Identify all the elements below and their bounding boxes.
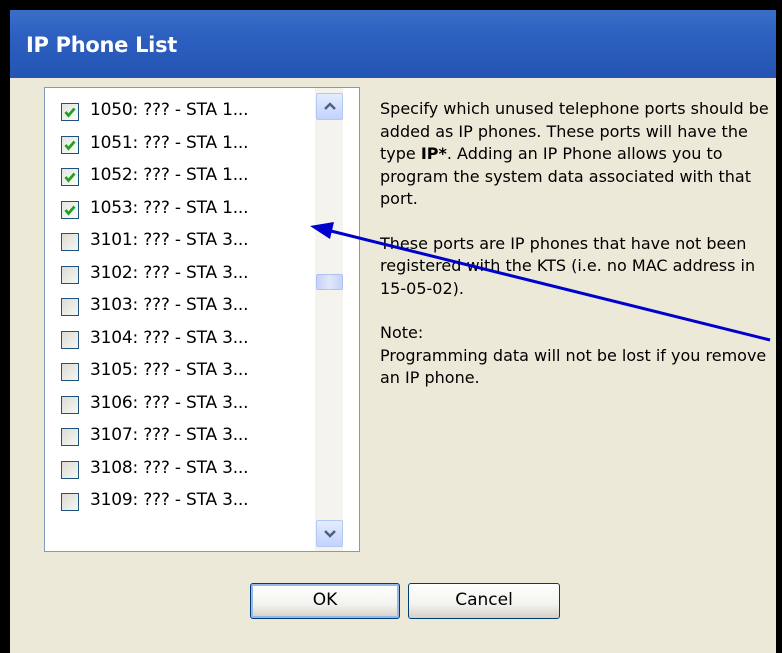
port-list[interactable]: 1050: ??? - STA 1... 1051: ??? - STA 1...… <box>44 87 360 552</box>
description-paragraph-1: Specify which unused telephone ports sho… <box>380 98 775 211</box>
list-item[interactable]: 1052: ??? - STA 1... <box>45 160 313 192</box>
list-item-label: 3106: ??? - STA 3... <box>90 392 249 413</box>
list-item[interactable]: 3102: ??? - STA 3... <box>45 258 313 290</box>
description-text: Specify which unused telephone ports sho… <box>380 98 775 390</box>
window-title: IP Phone List <box>26 33 178 57</box>
list-item-label: 3107: ??? - STA 3... <box>90 425 249 445</box>
chevron-up-icon <box>324 102 336 110</box>
port-checkbox[interactable] <box>61 395 79 414</box>
list-item[interactable]: 3104: ??? - STA 3... <box>45 323 313 355</box>
checkmark-icon <box>64 205 76 216</box>
list-item-label: 1050: ??? - STA 1... <box>90 100 249 120</box>
port-checkbox[interactable] <box>61 460 79 479</box>
checkmark-icon <box>64 172 76 183</box>
dialog-window: IP Phone List 1050: ??? - STA 1... 1051: … <box>10 10 782 653</box>
note-text: Programming data will not be lost if you… <box>380 345 767 388</box>
list-item-label: 3104: ??? - STA 3... <box>90 327 249 348</box>
list-item-label: 1053: ??? - STA 1... <box>90 197 249 218</box>
chevron-down-icon <box>324 530 336 538</box>
list-item[interactable]: 3103: ??? - STA 3... <box>45 290 313 322</box>
list-item[interactable]: 3109: ??? - STA 3... <box>45 485 313 517</box>
list-item-label: 1052: ??? - STA 1... <box>90 165 249 185</box>
port-checkbox[interactable] <box>61 135 79 154</box>
port-checkbox[interactable] <box>61 103 79 121</box>
list-scrollbar[interactable] <box>315 88 343 551</box>
list-item[interactable]: 1053: ??? - STA 1... <box>45 193 313 225</box>
cancel-button[interactable]: Cancel <box>408 583 560 619</box>
port-checkbox[interactable] <box>61 233 79 251</box>
screenshot-frame: IP Phone List 1050: ??? - STA 1... 1051: … <box>0 0 782 653</box>
port-checkbox[interactable] <box>61 363 79 381</box>
list-item-label: 3101: ??? - STA 3... <box>90 230 249 250</box>
port-list-rows: 1050: ??? - STA 1... 1051: ??? - STA 1...… <box>45 88 313 551</box>
list-item[interactable]: 3101: ??? - STA 3... <box>45 225 313 257</box>
list-item[interactable]: 3106: ??? - STA 3... <box>45 388 313 420</box>
ok-button[interactable]: OK <box>250 583 400 619</box>
list-item[interactable]: 1050: ??? - STA 1... <box>45 95 313 127</box>
list-item-label: 3105: ??? - STA 3... <box>90 360 249 380</box>
scroll-thumb[interactable] <box>316 274 343 290</box>
port-checkbox[interactable] <box>61 493 79 511</box>
note-heading: Note: <box>380 323 424 342</box>
list-item-label: 3108: ??? - STA 3... <box>90 457 249 478</box>
list-item-label: 3102: ??? - STA 3... <box>90 262 249 283</box>
port-checkbox[interactable] <box>61 168 79 186</box>
list-item[interactable]: 3105: ??? - STA 3... <box>45 355 313 387</box>
port-checkbox[interactable] <box>61 428 79 446</box>
window-right-edge <box>776 10 782 653</box>
port-checkbox[interactable] <box>61 298 79 316</box>
port-checkbox[interactable] <box>61 265 79 284</box>
list-item[interactable]: 3107: ??? - STA 3... <box>45 420 313 452</box>
port-checkbox[interactable] <box>61 330 79 349</box>
scroll-down-button[interactable] <box>316 520 343 547</box>
title-bar[interactable]: IP Phone List <box>10 10 782 78</box>
port-type-label: IP* <box>420 144 447 163</box>
port-checkbox[interactable] <box>61 200 79 219</box>
list-item-label: 3103: ??? - STA 3... <box>90 295 249 315</box>
list-item[interactable]: 3108: ??? - STA 3... <box>45 453 313 485</box>
checkmark-icon <box>64 140 76 151</box>
checkmark-icon <box>64 107 76 118</box>
list-item[interactable]: 1051: ??? - STA 1... <box>45 128 313 160</box>
list-item-label: 1051: ??? - STA 1... <box>90 132 249 153</box>
scroll-up-button[interactable] <box>316 93 343 120</box>
description-paragraph-2: These ports are IP phones that have not … <box>380 233 756 298</box>
list-item-label: 3109: ??? - STA 3... <box>90 490 249 510</box>
